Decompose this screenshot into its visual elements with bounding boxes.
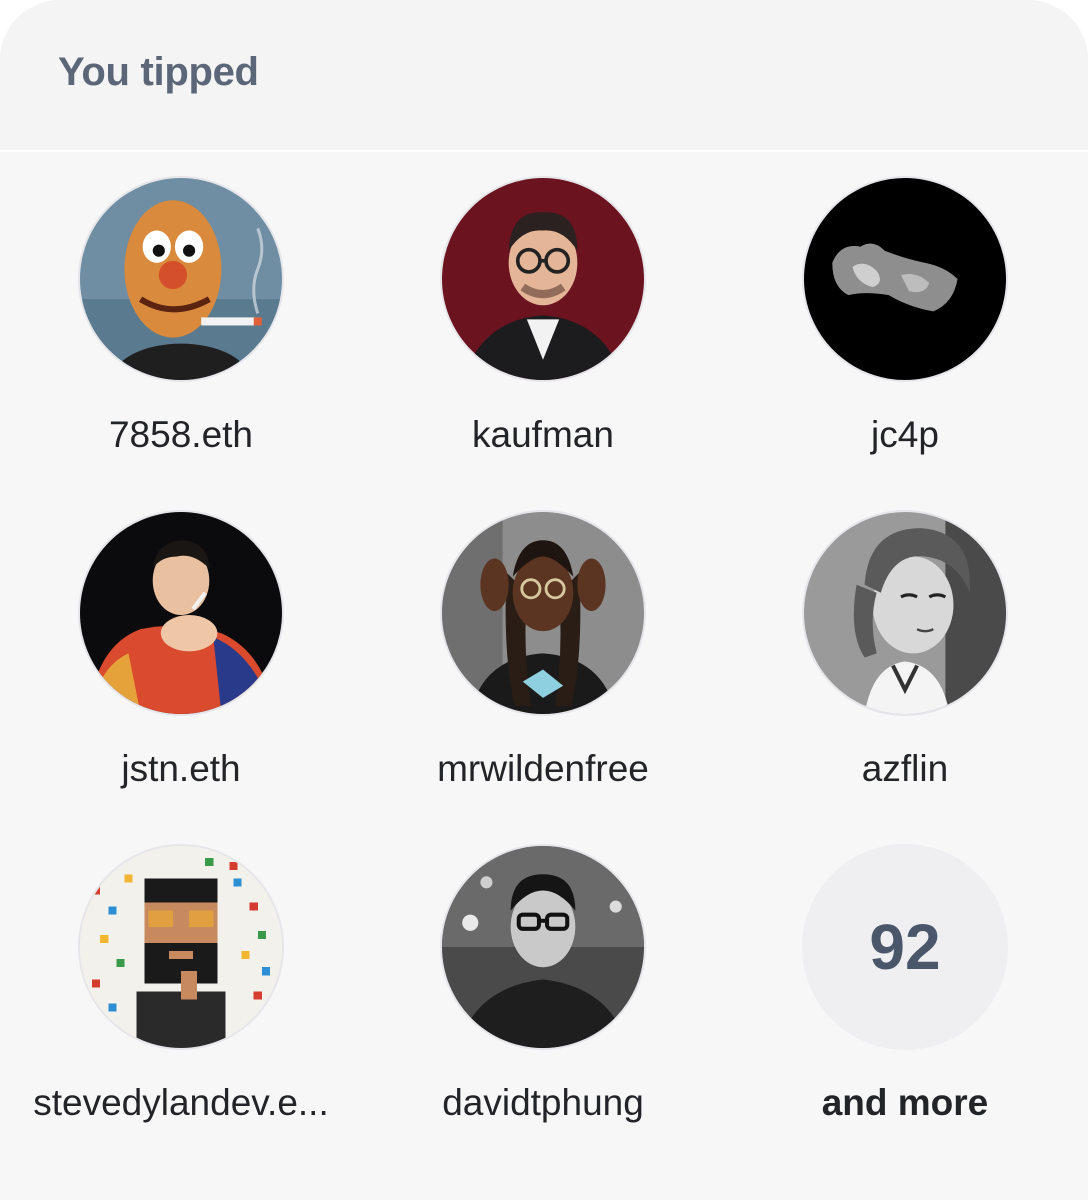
user-name[interactable]: jc4p (724, 414, 1086, 456)
and-more-label[interactable]: and more (724, 1082, 1086, 1124)
user-tile-jc4p[interactable]: jc4p (724, 176, 1086, 496)
user-name[interactable]: jstn.eth (0, 748, 362, 790)
user-tile-davidtphung[interactable]: davidtphung (362, 844, 724, 1164)
user-tile-mrwildenfree[interactable]: mrwildenfree (362, 510, 724, 830)
avatar[interactable] (78, 844, 284, 1050)
avatar[interactable] (440, 510, 646, 716)
orange-puppet-avatar-icon (80, 178, 282, 380)
man-lighting-cigarette-avatar-icon (80, 512, 282, 714)
tipped-users-card: You tipped 7858.eth kaufman jc4p jstn.et… (0, 0, 1088, 1200)
avatar[interactable] (440, 844, 646, 1050)
user-tile-kaufman[interactable]: kaufman (362, 176, 724, 496)
grey-shape-avatar-icon (804, 178, 1006, 380)
tipped-users-grid: 7858.eth kaufman jc4p jstn.eth mrwildenf… (0, 176, 1088, 1176)
user-tile-jstn-eth[interactable]: jstn.eth (0, 510, 362, 830)
more-users-tile[interactable]: 92 and more (724, 844, 1086, 1164)
more-count: 92 (869, 911, 941, 983)
user-name[interactable]: 7858.eth (0, 414, 362, 456)
user-name[interactable]: mrwildenfree (362, 748, 724, 790)
card-header: You tipped (0, 0, 1088, 150)
header-divider (0, 150, 1088, 152)
man-dreadlocks-avatar-icon (442, 512, 644, 714)
user-name[interactable]: kaufman (362, 414, 724, 456)
user-tile-azflin[interactable]: azflin (724, 510, 1086, 830)
man-glasses-grayscale-avatar-icon (442, 846, 644, 1048)
pixel-art-man-avatar-icon (80, 846, 282, 1048)
page-title: You tipped (58, 50, 259, 94)
user-name[interactable]: davidtphung (362, 1082, 724, 1124)
avatar[interactable] (802, 510, 1008, 716)
user-name[interactable]: stevedylandev.e... (0, 1082, 362, 1124)
avatar[interactable] (802, 176, 1008, 382)
user-tile-stevedylandev[interactable]: stevedylandev.e... (0, 844, 362, 1164)
cartoon-girl-avatar-icon (804, 512, 1006, 714)
avatar[interactable] (78, 510, 284, 716)
user-name[interactable]: azflin (724, 748, 1086, 790)
more-count-circle[interactable]: 92 (802, 844, 1008, 1050)
avatar[interactable] (440, 176, 646, 382)
user-tile-7858-eth[interactable]: 7858.eth (0, 176, 362, 496)
avatar[interactable] (78, 176, 284, 382)
man-glasses-avatar-icon (442, 178, 644, 380)
